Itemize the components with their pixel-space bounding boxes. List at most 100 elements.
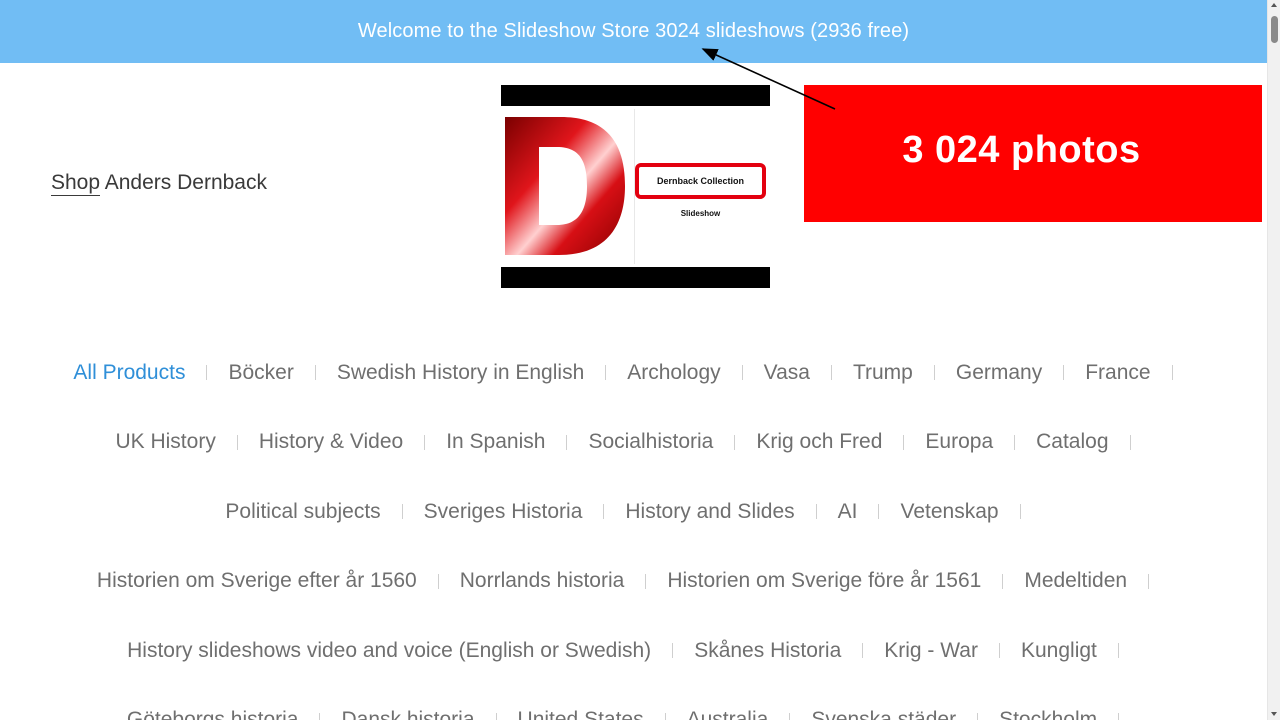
category-link[interactable]: Norrlands historia xyxy=(460,569,625,593)
scrollbar[interactable] xyxy=(1267,0,1280,720)
category-link[interactable]: Historien om Sverige efter år 1560 xyxy=(97,569,417,593)
category-link[interactable]: Socialhistoria xyxy=(588,430,713,454)
category-link[interactable]: Vetenskap xyxy=(900,500,998,524)
category-separator xyxy=(401,504,403,520)
banner-text: Welcome to the Slideshow Store 3024 slid… xyxy=(357,20,910,42)
category-item: Vasa xyxy=(764,361,853,385)
category-link[interactable]: Böcker xyxy=(228,361,293,385)
category-link[interactable]: Göteborgs historia xyxy=(127,708,299,720)
category-separator xyxy=(424,434,426,450)
category-separator xyxy=(830,365,832,381)
category-item: Dansk historia xyxy=(341,708,517,720)
category-separator xyxy=(1019,504,1021,520)
category-separator xyxy=(672,643,674,659)
category-link[interactable]: Svenska städer xyxy=(811,708,956,720)
category-separator xyxy=(903,434,905,450)
category-separator xyxy=(933,365,935,381)
category-nav: All Products Böcker Swedish History in Eng… xyxy=(0,338,1267,720)
category-link[interactable]: United States xyxy=(518,708,644,720)
category-separator xyxy=(664,712,666,720)
category-link[interactable]: AI xyxy=(838,500,858,524)
category-row: All Products Böcker Swedish History in Eng… xyxy=(0,338,1267,408)
category-row: Historien om Sverige efter år 1560 Norrla… xyxy=(0,547,1267,617)
category-link[interactable]: Political subjects xyxy=(225,500,380,524)
category-link[interactable]: Archology xyxy=(627,361,720,385)
category-item: Socialhistoria xyxy=(588,430,756,454)
category-separator xyxy=(236,434,238,450)
category-separator xyxy=(314,365,316,381)
category-link[interactable]: Australia xyxy=(687,708,769,720)
logo-badge: Dernback Collection xyxy=(635,163,766,199)
category-link[interactable]: Catalog xyxy=(1036,430,1108,454)
category-item: Sveriges Historia xyxy=(424,500,626,524)
scroll-down-icon[interactable] xyxy=(1271,712,1277,716)
category-link[interactable]: Krig och Fred xyxy=(756,430,882,454)
category-link[interactable]: Stockholm xyxy=(999,708,1097,720)
category-item: Swedish History in English xyxy=(337,361,627,385)
category-separator xyxy=(734,434,736,450)
category-separator xyxy=(206,365,208,381)
category-item: France xyxy=(1085,361,1193,385)
scroll-up-icon[interactable] xyxy=(1271,3,1277,7)
category-item: Historien om Sverige efter år 1560 xyxy=(97,569,460,593)
scroll-thumb[interactable] xyxy=(1271,16,1278,43)
category-item: Europa xyxy=(925,430,1036,454)
category-separator xyxy=(603,504,605,520)
shop-link[interactable]: Shop xyxy=(51,171,101,196)
category-link[interactable]: Historien om Sverige före år 1561 xyxy=(667,569,981,593)
category-link[interactable]: Europa xyxy=(925,430,993,454)
category-link[interactable]: Vasa xyxy=(764,361,810,385)
category-link[interactable]: History & Video xyxy=(259,430,403,454)
category-separator xyxy=(495,712,497,720)
logo-subtitle: Slideshow xyxy=(680,209,721,218)
category-separator xyxy=(815,504,817,520)
category-link[interactable]: Kungligt xyxy=(1021,639,1097,663)
category-link[interactable]: Medeltiden xyxy=(1024,569,1127,593)
logo-badge-text: Dernback Collection xyxy=(656,176,745,186)
category-row: UK History History & Video In Spanish Socia… xyxy=(0,408,1267,478)
logo-top-bar xyxy=(501,85,770,106)
category-item: Skånes Historia xyxy=(694,639,884,663)
category-link[interactable]: Skånes Historia xyxy=(694,639,841,663)
category-link[interactable]: Swedish History in English xyxy=(337,361,584,385)
category-link[interactable]: History slideshows video and voice (Engl… xyxy=(127,639,651,663)
category-link[interactable]: Krig - War xyxy=(884,639,978,663)
page: Welcome to the Slideshow Store 3024 slid… xyxy=(0,0,1280,720)
category-separator xyxy=(878,504,880,520)
category-item: AI xyxy=(838,500,901,524)
category-item: History slideshows video and voice (Engl… xyxy=(127,639,694,663)
photos-callout: 3 024 photos xyxy=(804,85,1262,222)
logo-d-letter xyxy=(505,117,625,255)
category-item: Medeltiden xyxy=(1024,569,1170,593)
category-row: History slideshows video and voice (Engl… xyxy=(0,616,1267,686)
category-link[interactable]: History and Slides xyxy=(625,500,794,524)
category-separator xyxy=(1129,434,1131,450)
category-item: United States xyxy=(518,708,687,720)
category-item: History & Video xyxy=(259,430,446,454)
category-item: Historien om Sverige före år 1561 xyxy=(667,569,1024,593)
logo-bottom-bar xyxy=(501,267,770,288)
category-item: In Spanish xyxy=(446,430,588,454)
category-separator xyxy=(1014,434,1016,450)
category-link[interactable]: All Products xyxy=(73,361,185,385)
category-link[interactable]: Dansk historia xyxy=(341,708,474,720)
category-link[interactable]: France xyxy=(1085,361,1150,385)
category-link[interactable]: In Spanish xyxy=(446,430,545,454)
owner-name: Anders Dernback xyxy=(104,171,267,194)
category-link[interactable]: UK History xyxy=(115,430,215,454)
category-item: Böcker xyxy=(228,361,336,385)
category-item: All Products xyxy=(73,361,228,385)
logo[interactable]: Dernback Collection Slideshow xyxy=(501,85,770,288)
category-separator xyxy=(998,643,1000,659)
category-link[interactable]: Trump xyxy=(853,361,913,385)
category-link[interactable]: Sveriges Historia xyxy=(424,500,583,524)
category-item: Kungligt xyxy=(1021,639,1140,663)
category-item: Göteborgs historia xyxy=(127,708,342,720)
category-link[interactable]: Germany xyxy=(956,361,1042,385)
category-separator xyxy=(1002,573,1004,589)
category-separator xyxy=(605,365,607,381)
category-row: Political subjects Sveriges Historia Histo… xyxy=(0,477,1267,547)
category-item: Catalog xyxy=(1036,430,1151,454)
callout-text: 3 024 photos xyxy=(902,129,1141,171)
welcome-banner: Welcome to the Slideshow Store 3024 slid… xyxy=(0,0,1267,63)
